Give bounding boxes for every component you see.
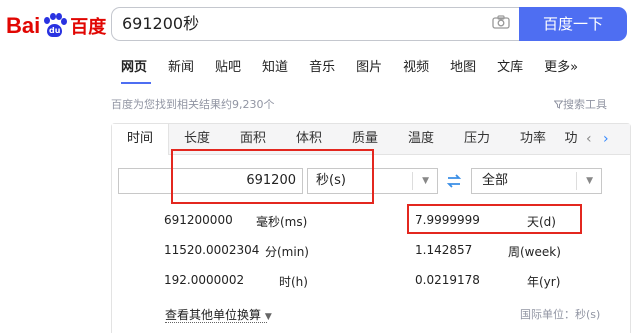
tabs-next-arrow-icon[interactable]: ›	[603, 131, 609, 147]
result-value-year: 0.0219178	[415, 273, 480, 287]
result-value-ms: 691200000	[164, 213, 233, 227]
result-unit-ms: 毫秒(ms)	[256, 215, 308, 229]
nav-tab-map[interactable]: 地图	[450, 56, 476, 78]
baidu-logo[interactable]: Bai du 百度	[6, 12, 106, 40]
swap-icon[interactable]	[444, 171, 464, 191]
chevron-down-icon: ▼	[586, 176, 593, 186]
search-input[interactable]: 691200秒	[111, 7, 519, 41]
target-unit-select[interactable]: 全部 ▼	[471, 168, 602, 194]
nav-tab-tieba[interactable]: 贴吧	[215, 56, 241, 78]
nav-tab-more[interactable]: 更多»	[544, 56, 578, 78]
nav-tab-music[interactable]: 音乐	[309, 56, 335, 78]
converter-tab-pressure[interactable]: 压力	[449, 124, 505, 154]
active-tab-indicator	[121, 82, 151, 84]
nav-tab-wenku[interactable]: 文库	[497, 56, 523, 78]
standard-unit-label: 国际单位：秒(s)	[520, 308, 601, 321]
converter-tab-temperature[interactable]: 温度	[393, 124, 449, 154]
converter-tab-power[interactable]: 功率	[505, 124, 561, 154]
nav-tab-images[interactable]: 图片	[356, 56, 382, 78]
camera-icon[interactable]	[492, 15, 510, 29]
nav-tab-web[interactable]: 网页	[121, 56, 147, 78]
nav-tab-zhidao[interactable]: 知道	[262, 56, 288, 78]
tabs-prev-arrow-icon[interactable]: ‹	[586, 131, 592, 147]
converter-tab-time[interactable]: 时间	[112, 124, 169, 155]
converter-tab-work[interactable]: 功	[561, 124, 581, 154]
chevron-down-icon: ▼	[422, 176, 429, 186]
result-count: 百度为您找到相关结果约9,230个	[111, 98, 275, 111]
result-unit-week: 周(week)	[508, 245, 561, 259]
result-value-hour: 192.0000002	[164, 273, 245, 287]
paw-icon: du	[41, 13, 68, 39]
search-nav-tabs: 网页 新闻 贴吧 知道 音乐 图片 视频 地图 文库 更多»	[121, 56, 599, 78]
search-button[interactable]: 百度一下	[519, 7, 627, 41]
result-unit-hour: 时(h)	[279, 275, 308, 289]
annotation-box-result	[407, 204, 582, 234]
search-tools-button[interactable]: 搜索工具	[553, 96, 607, 112]
nav-tab-video[interactable]: 视频	[403, 56, 429, 78]
result-unit-year: 年(yr)	[527, 275, 561, 289]
nav-tab-news[interactable]: 新闻	[168, 56, 194, 78]
result-unit-min: 分(min)	[265, 245, 309, 259]
filter-icon	[553, 100, 564, 109]
annotation-box-input	[171, 149, 374, 204]
chevron-down-icon: ▼	[264, 312, 272, 322]
result-value-min: 11520.0002304	[164, 243, 260, 257]
more-units-link[interactable]: 查看其他单位换算 ▼	[165, 306, 272, 323]
result-value-week: 1.142857	[415, 243, 473, 257]
